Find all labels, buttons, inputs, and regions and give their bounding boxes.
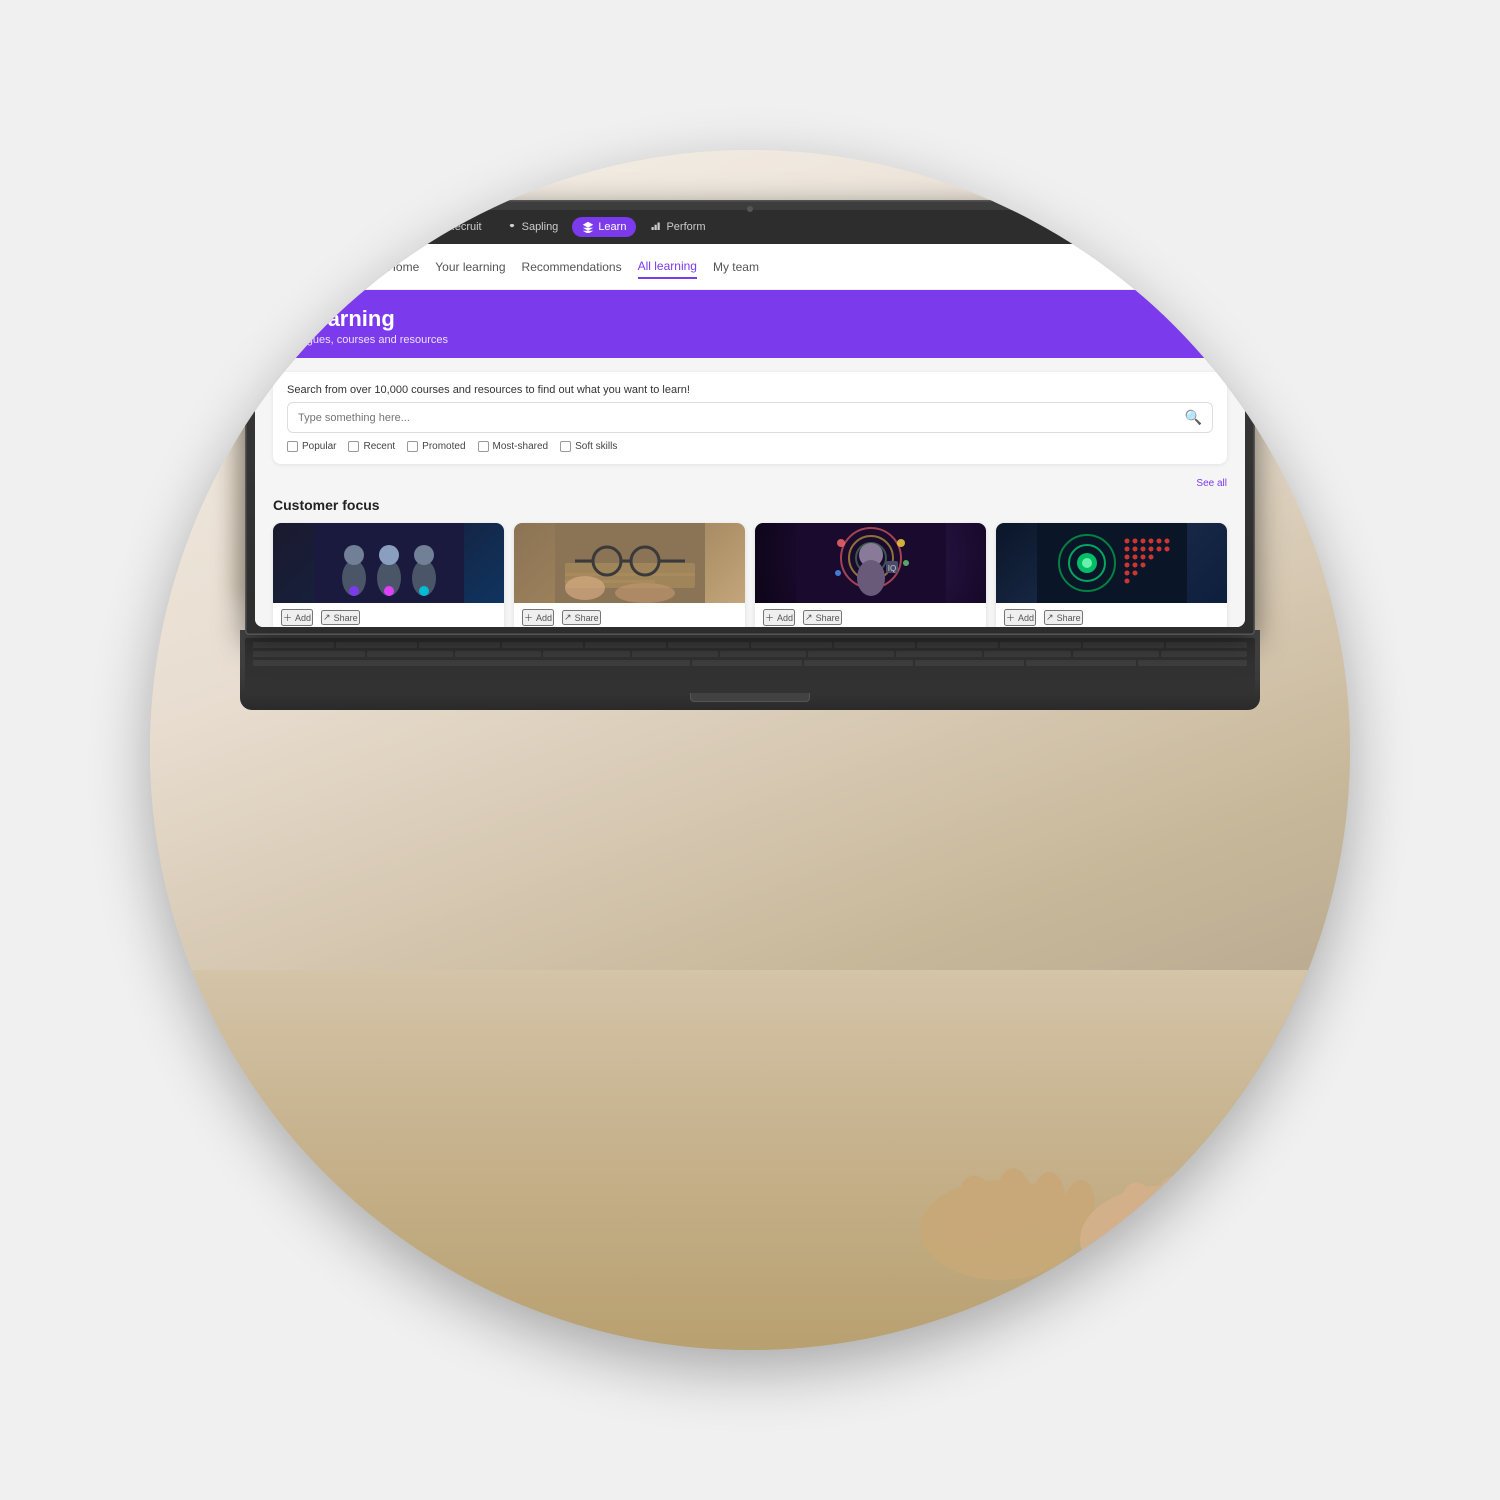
nav-link-your-learning[interactable]: Your learning: [435, 256, 505, 278]
hero-banner: All learning Catalogues, courses and res…: [255, 290, 1245, 358]
top-nav-learn[interactable]: Learn: [572, 217, 636, 237]
nav-link-all-learning[interactable]: All learning: [638, 255, 697, 279]
card-image-emotional: IQ: [755, 523, 986, 603]
logo-text: Kallidus: [305, 258, 367, 276]
add-button-customer[interactable]: ＋ Add: [522, 609, 554, 626]
see-all-link[interactable]: See all: [273, 478, 1227, 489]
add-button-emotional[interactable]: ＋ Add: [763, 609, 795, 626]
avatar[interactable]: [1203, 254, 1229, 280]
filter-row: Popular Recent Promoted: [287, 441, 1213, 452]
svg-text:IQ: IQ: [887, 564, 895, 573]
top-nav-sapling[interactable]: Sapling: [496, 217, 569, 237]
top-nav-recruit[interactable]: Recruit: [421, 217, 492, 237]
card-body-remote: Remote Working ★ ★ ★ ★ ★ (23): [996, 626, 1227, 627]
card-actions-emotional: ＋ Add ↗ Share: [755, 603, 986, 626]
card-image-angry: [273, 523, 504, 603]
search-input-row[interactable]: 🔍: [287, 402, 1213, 433]
filter-recent[interactable]: Recent: [348, 441, 395, 452]
card-body-emotional: Emotional Intelligence ★ ★ ★ ★ ★: [755, 626, 986, 627]
hero-subtitle: Catalogues, courses and resources: [275, 334, 1225, 346]
laptop-screen: Home My Team Recruit Sapli: [255, 210, 1245, 627]
card-actions-customer: ＋ Add ↗ Share: [514, 603, 745, 626]
top-nav-perform[interactable]: Perform: [640, 217, 715, 237]
card-actions-remote: ＋ Add ↗ Share: [996, 603, 1227, 626]
user-name: Maria DeBeau: [1127, 261, 1197, 273]
hands: [820, 1030, 1320, 1310]
content-area: Search from over 10,000 courses and reso…: [255, 358, 1245, 627]
share-button-remote[interactable]: ↗ Share: [1044, 610, 1083, 625]
course-card-remote: ＋ Add ↗ Share Remote Working: [996, 523, 1227, 627]
camera: [747, 206, 753, 212]
search-icon[interactable]: 🔍: [1185, 409, 1202, 426]
card-image-customer: [514, 523, 745, 603]
top-nav-bar: Home My Team Recruit Sapli: [255, 210, 1245, 244]
share-button-emotional[interactable]: ↗ Share: [803, 610, 842, 625]
laptop-lid: Home My Team Recruit Sapli: [245, 200, 1255, 635]
nav-link-my-team[interactable]: My team: [713, 256, 759, 278]
filter-popular-checkbox[interactable]: [287, 441, 298, 452]
search-container: Search from over 10,000 courses and reso…: [273, 372, 1227, 464]
share-button-customer[interactable]: ↗ Share: [562, 610, 601, 625]
search-input[interactable]: [298, 412, 1185, 424]
filter-most-shared[interactable]: Most-shared: [478, 441, 549, 452]
card-image-remote: [996, 523, 1227, 603]
card-body-customer: Customer service essentials ★ ★ ★ ★ ★ (2…: [514, 626, 745, 627]
card-body-angry: Angry Customers ★ ★ ★ ★ ★ (23): [273, 626, 504, 627]
nav-link-recommendations[interactable]: Recommendations: [522, 256, 622, 278]
hero-title: All learning: [275, 306, 1225, 332]
add-button-angry[interactable]: ＋ Add: [281, 609, 313, 626]
main-nav: Kallidus Home Your learning Recommendati…: [255, 244, 1245, 290]
card-actions-angry: ＋ Add ↗ Share: [273, 603, 504, 626]
cards-grid: ＋ Add ↗ Share Angry Customers: [273, 523, 1227, 627]
course-card-angry-customers: ＋ Add ↗ Share Angry Customers: [273, 523, 504, 627]
filter-recent-checkbox[interactable]: [348, 441, 359, 452]
filter-popular[interactable]: Popular: [287, 441, 336, 452]
search-label: Search from over 10,000 courses and reso…: [287, 384, 1213, 396]
logo: Kallidus: [271, 253, 367, 281]
filter-soft-skills-checkbox[interactable]: [560, 441, 571, 452]
top-nav-home[interactable]: Home: [267, 217, 332, 237]
filter-promoted[interactable]: Promoted: [407, 441, 465, 452]
filter-most-shared-checkbox[interactable]: [478, 441, 489, 452]
top-nav-my-team[interactable]: My Team: [336, 217, 416, 237]
course-card-emotional: IQ ＋ Add ↗ Share: [755, 523, 986, 627]
add-button-remote[interactable]: ＋ Add: [1004, 609, 1036, 626]
filter-promoted-checkbox[interactable]: [407, 441, 418, 452]
course-card-customer-service: ＋ Add ↗ Share Customer service essential…: [514, 523, 745, 627]
user-area: Maria DeBeau: [1127, 254, 1229, 280]
section-title: Customer focus: [273, 497, 1227, 513]
nav-link-home[interactable]: Home: [387, 256, 419, 278]
main-nav-links: Home Your learning Recommendations All l…: [387, 255, 1126, 279]
filter-soft-skills[interactable]: Soft skills: [560, 441, 617, 452]
share-button-angry[interactable]: ↗ Share: [321, 610, 360, 625]
laptop-scene-container: Home My Team Recruit Sapli: [150, 150, 1350, 1350]
scene-background: Home My Team Recruit Sapli: [150, 150, 1350, 1350]
